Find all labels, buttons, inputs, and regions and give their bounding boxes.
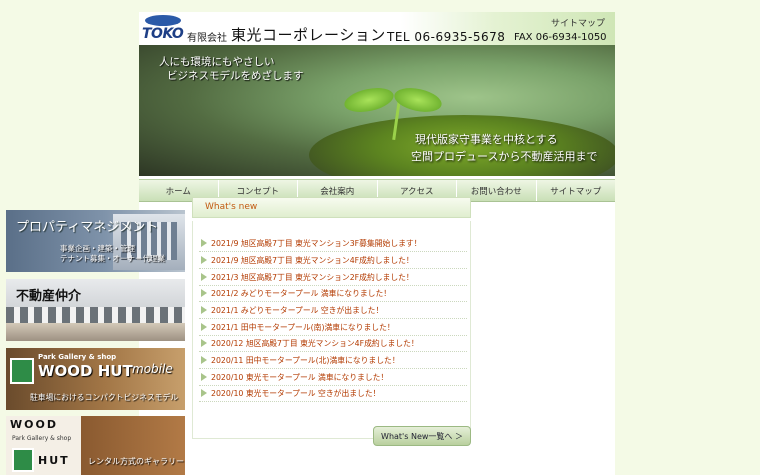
- hero-subtext-line1: 現代版家守事業を中核とする: [415, 133, 558, 146]
- wood-label: WOOD: [10, 418, 58, 431]
- news-item-text[interactable]: 2020/10 東光モータープール 空きが出ました！: [211, 388, 380, 399]
- wood-hut-mobile-caption: 駐車場におけるコンパクトビジネスモデル: [30, 393, 179, 402]
- news-item-text[interactable]: 2020/11 田中モータープール(北)満車になりました！: [211, 355, 400, 366]
- real-estate-brokerage-banner[interactable]: 不動産仲介: [6, 279, 185, 341]
- news-item-text[interactable]: 2021/1 みどりモータープール 空きが出ました！: [211, 305, 383, 316]
- triangle-bullet-icon: [201, 256, 207, 264]
- news-item-text[interactable]: 2020/10 東光モータープール 満車になりました！: [211, 372, 388, 383]
- triangle-bullet-icon: [201, 389, 207, 397]
- news-item-text[interactable]: 2021/3 旭区高殿7丁目 東光マンション2F成約しました！: [211, 272, 414, 283]
- news-item[interactable]: 2020/12 旭区高殿7丁目 東光マンション4F成約しました！: [199, 335, 467, 352]
- triangle-bullet-icon: [201, 289, 207, 297]
- hero-tagline-line2: ビジネスモデルをめざします: [167, 70, 304, 82]
- company-name: 東光コーポレーション: [231, 26, 386, 44]
- news-item-text[interactable]: 2021/9 旭区高殿7丁目 東光マンション4F成約しました！: [211, 255, 414, 266]
- hut-label: HUT: [38, 454, 70, 467]
- wood-hut-logo-icon: [12, 448, 34, 472]
- office-floor-image: [6, 323, 185, 341]
- wood-hut-banner[interactable]: WOOD Park Gallery & shop HUT レンタル方式のギャラリ…: [6, 416, 185, 475]
- triangle-bullet-icon: [201, 356, 207, 364]
- whats-new-list: 2021/9 旭区高殿7丁目 東光マンション3F募集開始します！ 2021/9 …: [192, 221, 471, 439]
- news-item[interactable]: 2021/2 みどりモータープール 満車になりました！: [199, 285, 467, 302]
- header-sitemap-link[interactable]: サイトマップ: [551, 16, 605, 29]
- property-management-line1: 事業企画・建築・管理: [60, 244, 135, 253]
- property-management-banner[interactable]: プロパティマネジメント 事業企画・建築・管理 テナント募集・オーナー代理業: [6, 210, 185, 272]
- property-management-title: プロパティマネジメント: [16, 220, 159, 235]
- triangle-bullet-icon: [201, 323, 207, 331]
- wood-hut-title: WOOD HUT: [38, 362, 133, 380]
- news-item[interactable]: 2020/10 東光モータープール 満車になりました！: [199, 369, 467, 386]
- hero-banner: 人にも環境にもやさしい ビジネスモデルをめざします 現代版家守事業を中核とする …: [139, 45, 615, 176]
- property-management-line2: テナント募集・オーナー代理業: [60, 254, 165, 263]
- hero-tagline: 人にも環境にもやさしい ビジネスモデルをめざします: [159, 55, 304, 83]
- site-header: TOKO 有限会社 東光コーポレーション サイトマップ TEL 06-6935-…: [139, 12, 615, 45]
- company-type: 有限会社: [187, 33, 227, 44]
- whats-new-more-button[interactable]: What's New一覧へ ＞: [373, 426, 471, 446]
- phone-number: TEL 06-6935-5678: [387, 30, 506, 44]
- news-item[interactable]: 2021/1 みどりモータープール 空きが出ました！: [199, 302, 467, 319]
- sprout-leaf-right: [392, 84, 444, 116]
- property-management-subtitle: 事業企画・建築・管理 テナント募集・オーナー代理業: [60, 244, 165, 264]
- news-item[interactable]: 2021/1 田中モータープール(南)満車になりました！: [199, 319, 467, 336]
- hero-subtext-line2: 空間プロデュースから不動産活用まで: [411, 150, 598, 163]
- news-item[interactable]: 2021/3 旭区高殿7丁目 東光マンション2F成約しました！: [199, 269, 467, 286]
- office-windows-image: [6, 307, 185, 323]
- wood-hut-caption: レンタル方式のギャラリー: [88, 457, 184, 466]
- news-item-text[interactable]: 2021/1 田中モータープール(南)満車になりました！: [211, 322, 395, 333]
- news-item[interactable]: 2020/11 田中モータープール(北)満車になりました！: [199, 352, 467, 369]
- news-item[interactable]: 2020/10 東光モータープール 空きが出ました！: [199, 385, 467, 402]
- triangle-bullet-icon: [201, 373, 207, 381]
- toko-logo[interactable]: TOKO: [142, 14, 184, 42]
- news-item-text[interactable]: 2021/2 みどりモータープール 満車になりました！: [211, 288, 391, 299]
- triangle-bullet-icon: [201, 239, 207, 247]
- triangle-bullet-icon: [201, 306, 207, 314]
- news-item[interactable]: 2021/9 旭区高殿7丁目 東光マンション4F成約しました！: [199, 252, 467, 269]
- hero-tagline-line1: 人にも環境にもやさしい: [159, 56, 275, 68]
- mobile-label: mobile: [132, 362, 173, 376]
- wood-hut-gallery-label: Park Gallery & shop: [12, 435, 72, 442]
- triangle-bullet-icon: [201, 339, 207, 347]
- park-gallery-label: Park Gallery & shop: [38, 353, 117, 361]
- triangle-bullet-icon: [201, 273, 207, 281]
- news-item-text[interactable]: 2021/9 旭区高殿7丁目 東光マンション3F募集開始します！: [211, 238, 422, 249]
- wood-hut-logo-icon: [10, 358, 34, 384]
- news-item-text[interactable]: 2020/12 旭区高殿7丁目 東光マンション4F成約しました！: [211, 338, 419, 349]
- whats-new-title: What's new: [205, 202, 258, 212]
- hero-subtext: 現代版家守事業を中核とする 空間プロデュースから不動産活用まで: [411, 131, 597, 165]
- news-item[interactable]: 2021/9 旭区高殿7丁目 東光マンション3F募集開始します！: [199, 235, 467, 252]
- sprout-leaf-left: [342, 84, 396, 116]
- real-estate-brokerage-title: 不動産仲介: [16, 289, 82, 304]
- wood-hut-mobile-banner[interactable]: Park Gallery & shop WOOD HUT mobile 駐車場に…: [6, 348, 185, 410]
- whats-new-header: What's new: [192, 197, 471, 218]
- logo-mark-icon: [145, 15, 181, 26]
- nav-item-sitemap[interactable]: サイトマップ: [537, 180, 616, 201]
- logo-text: TOKO: [142, 26, 184, 42]
- fax-number: FAX 06-6934-1050: [514, 32, 607, 43]
